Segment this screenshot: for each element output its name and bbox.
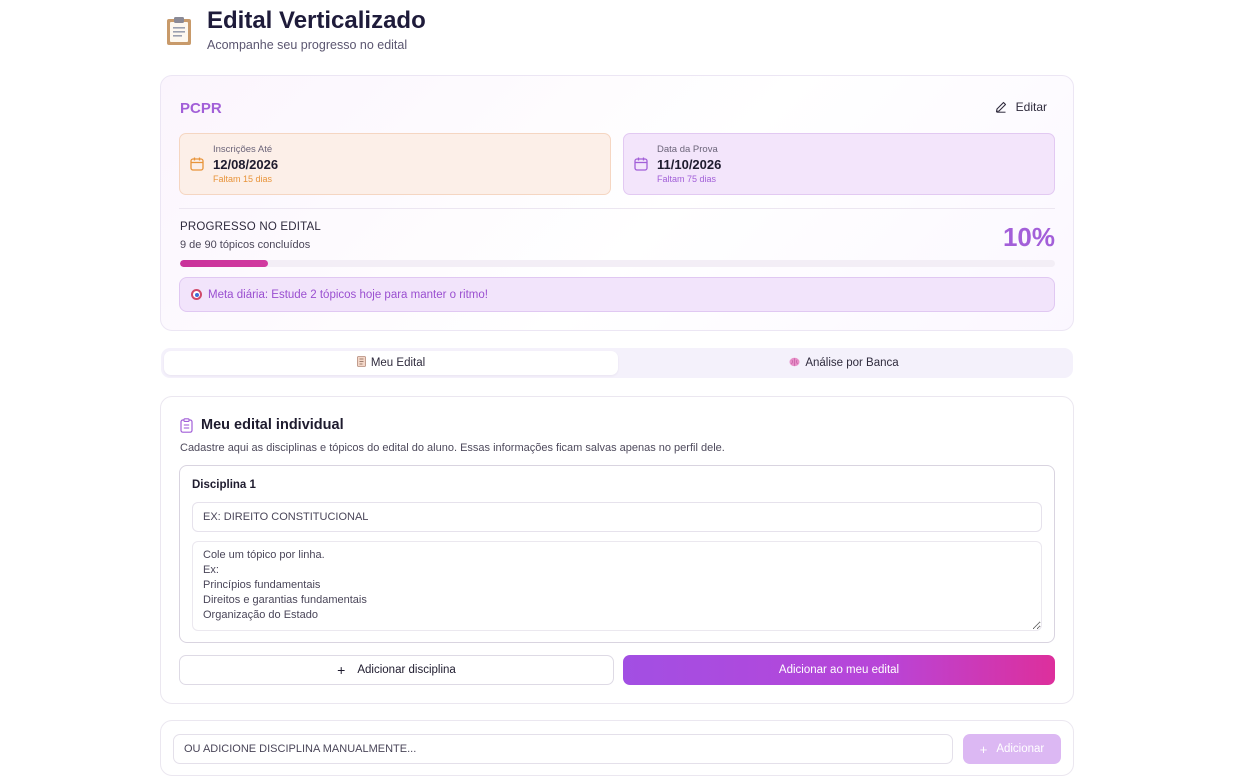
edital-description: Cadastre aqui as disciplinas e tópicos d…	[180, 442, 725, 454]
inscricoes-remaining: Faltam 15 dias	[213, 174, 273, 184]
clipboard-icon	[166, 16, 192, 46]
progress-bar-fill	[180, 260, 268, 267]
page-subtitle: Acompanhe seu progresso no edital	[207, 38, 408, 52]
prova-date: 11/10/2026	[657, 157, 722, 172]
add-discipline-label: Adicionar disciplina	[357, 664, 456, 676]
edital-title: Meu edital individual	[180, 417, 344, 433]
progress-bar	[180, 260, 1055, 267]
manual-add-button[interactable]: + Adicionar	[963, 734, 1061, 764]
tab-meu-edital[interactable]: Meu Edital	[164, 351, 618, 375]
divider	[179, 208, 1055, 209]
clipboard-list-icon	[180, 417, 193, 433]
manual-discipline-input[interactable]	[173, 734, 953, 764]
target-icon	[191, 289, 202, 300]
exam-summary-card: PCPR Editar Inscrições Até 12/08/2026 Fa…	[160, 75, 1074, 331]
plus-icon: +	[979, 741, 988, 757]
prova-remaining: Faltam 75 dias	[657, 174, 717, 184]
edit-button-label: Editar	[1015, 100, 1047, 114]
tab-bar: Meu Edital Análise por Banca	[161, 348, 1073, 378]
page-title: Edital Verticalizado	[207, 7, 426, 34]
add-to-edital-label: Adicionar ao meu edital	[778, 664, 900, 676]
tab-label: Análise por Banca	[805, 357, 899, 369]
prova-label: Data da Prova	[657, 144, 718, 155]
pencil-icon	[995, 101, 1006, 113]
plus-icon: +	[337, 662, 346, 678]
inscricoes-box: Inscrições Até 12/08/2026 Faltam 15 dias	[179, 133, 611, 195]
inscricoes-date: 12/08/2026	[213, 157, 279, 172]
tab-analise-por-banca[interactable]: Análise por Banca	[618, 351, 1070, 375]
disciplina-form: Disciplina 1	[179, 465, 1055, 643]
manual-add-label: Adicionar	[996, 743, 1045, 755]
exam-name: PCPR	[180, 100, 222, 117]
calendar-icon	[190, 157, 204, 171]
add-discipline-button[interactable]: + Adicionar disciplina	[179, 655, 614, 685]
book-icon	[356, 356, 366, 370]
manual-add-card: + Adicionar	[160, 720, 1074, 776]
calendar-icon	[634, 157, 648, 171]
page-header: Edital Verticalizado Acompanhe seu progr…	[166, 8, 426, 52]
add-to-edital-button[interactable]: Adicionar ao meu edital	[623, 655, 1055, 685]
inscricoes-label: Inscrições Até	[213, 144, 273, 155]
progress-label: PROGRESSO NO EDITAL	[180, 221, 321, 233]
disciplina-label: Disciplina 1	[192, 479, 256, 491]
edital-title-text: Meu edital individual	[201, 417, 344, 433]
edit-button[interactable]: Editar	[995, 100, 1047, 114]
disciplina-name-input[interactable]	[192, 502, 1042, 532]
tab-label: Meu Edital	[370, 357, 426, 369]
daily-goal-text: Meta diária: Estude 2 tópicos hoje para …	[208, 288, 488, 301]
daily-goal-banner: Meta diária: Estude 2 tópicos hoje para …	[179, 277, 1055, 312]
edital-individual-card: Meu edital individual Cadastre aqui as d…	[160, 396, 1074, 704]
brain-icon	[789, 357, 800, 370]
progress-percent: 10%	[1002, 222, 1055, 252]
disciplina-topics-textarea[interactable]	[192, 541, 1042, 631]
progress-detail: 9 de 90 tópicos concluídos	[180, 239, 311, 251]
prova-box: Data da Prova 11/10/2026 Faltam 75 dias	[623, 133, 1055, 195]
